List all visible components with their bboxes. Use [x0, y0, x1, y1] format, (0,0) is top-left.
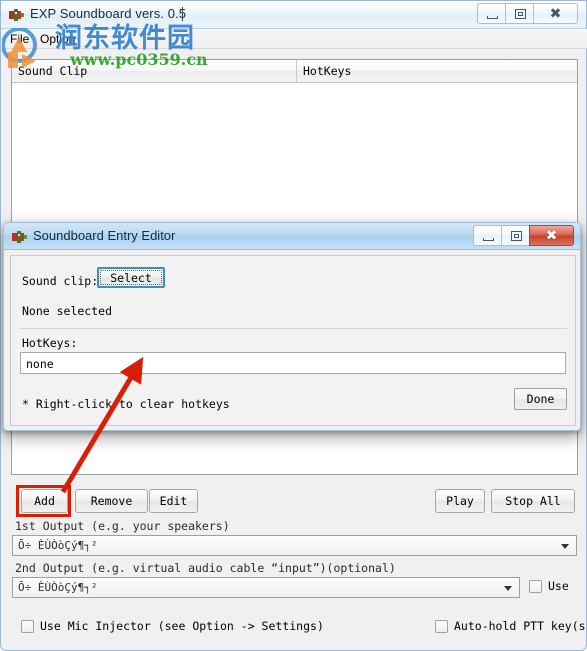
- dialog-title: Soundboard Entry Editor: [33, 228, 176, 243]
- hotkeys-hint: * Right-click to clear hotkeys: [22, 397, 230, 411]
- first-output-label: 1st Output (e.g. your speakers): [15, 519, 230, 533]
- close-icon: ✖: [545, 227, 558, 244]
- maximize-button[interactable]: [505, 3, 534, 24]
- second-output-label: 2nd Output (e.g. virtual audio cable “in…: [15, 561, 396, 575]
- checkbox-box[interactable]: [21, 619, 34, 633]
- column-separator[interactable]: [296, 60, 297, 82]
- checkbox-box[interactable]: [435, 619, 448, 633]
- edit-button[interactable]: Edit: [149, 489, 198, 513]
- list-header-row: Sound Clip HotKeys: [12, 60, 577, 83]
- app-icon: [9, 9, 24, 21]
- first-output-value: Ō÷ ÈÙÒòÇý¶┐²: [18, 539, 98, 552]
- sound-clip-label: Sound clip:: [22, 274, 99, 288]
- minimize-icon: [487, 16, 498, 19]
- minimize-button[interactable]: [477, 3, 506, 24]
- title-caret: [182, 7, 183, 21]
- column-header-sound-clip[interactable]: Sound Clip: [18, 64, 87, 78]
- main-window-controls: ✖: [477, 3, 578, 24]
- main-window-title: EXP Soundboard vers. 0.5: [30, 6, 187, 21]
- use-mic-injector-checkbox[interactable]: Use Mic Injector (see Option -> Settings…: [21, 619, 324, 633]
- checkbox-box[interactable]: [529, 579, 542, 593]
- done-button-label: Done: [526, 392, 555, 406]
- menubar: File Option: [2, 29, 587, 49]
- focus-ring: [100, 270, 162, 285]
- maximize-icon: [511, 231, 522, 241]
- play-button[interactable]: Play: [435, 489, 485, 513]
- select-sound-clip-button[interactable]: Select: [97, 267, 165, 288]
- hotkeys-value: none: [26, 357, 54, 371]
- remove-button[interactable]: Remove: [75, 489, 148, 513]
- dialog-maximize-button[interactable]: [501, 225, 530, 246]
- second-output-use-checkbox[interactable]: Use: [529, 579, 569, 593]
- dialog-body: Sound clip: Select None selected HotKeys…: [10, 255, 576, 426]
- stop-all-button[interactable]: Stop All: [491, 489, 575, 513]
- column-header-hotkeys[interactable]: HotKeys: [303, 64, 351, 78]
- dialog-window-controls: ✖: [473, 225, 574, 246]
- main-titlebar[interactable]: EXP Soundboard vers. 0.5 ✖: [1, 1, 586, 29]
- second-output-select[interactable]: Ō÷ ÈÙÒòÇý¶┐²: [12, 577, 520, 598]
- selection-status: None selected: [22, 304, 113, 318]
- use-mic-injector-label: Use Mic Injector (see Option -> Settings…: [40, 619, 324, 633]
- soundboard-entry-editor-dialog: Soundboard Entry Editor ✖ Sound clip: Se…: [3, 222, 581, 431]
- chevron-down-icon: [561, 544, 569, 549]
- close-button[interactable]: ✖: [533, 3, 578, 24]
- close-icon: ✖: [549, 5, 562, 22]
- first-output-select[interactable]: Ō÷ ÈÙÒòÇý¶┐²: [12, 535, 577, 556]
- dialog-divider: [19, 328, 567, 329]
- hotkeys-input[interactable]: none: [20, 352, 566, 374]
- second-output-use-label: Use: [548, 579, 569, 593]
- menu-item-option[interactable]: Option: [40, 32, 75, 46]
- menu-item-file[interactable]: File: [10, 32, 29, 46]
- dialog-titlebar[interactable]: Soundboard Entry Editor ✖: [4, 223, 580, 250]
- done-button[interactable]: Done: [514, 388, 567, 410]
- chevron-down-icon: [504, 586, 512, 591]
- app-icon: [12, 231, 27, 243]
- second-output-value: Ō÷ ÈÙÒòÇý¶┐²: [18, 581, 98, 594]
- action-button-row: Add Remove Edit Play Stop All: [1, 489, 586, 517]
- hotkeys-label: HotKeys:: [22, 336, 78, 350]
- add-button-highlight: [16, 485, 71, 517]
- auto-hold-ptt-checkbox[interactable]: Auto-hold PTT key(s): [435, 619, 587, 633]
- minimize-icon: [483, 238, 494, 241]
- dialog-minimize-button[interactable]: [473, 225, 502, 246]
- maximize-icon: [515, 9, 526, 19]
- dialog-close-button[interactable]: ✖: [529, 225, 574, 246]
- auto-hold-ptt-label: Auto-hold PTT key(s): [454, 619, 587, 633]
